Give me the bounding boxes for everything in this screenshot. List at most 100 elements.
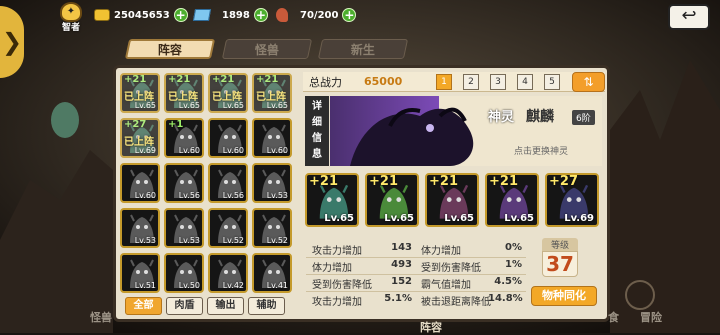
- star-badge: +21: [369, 174, 398, 189]
- stat-left-value: 152: [391, 276, 412, 287]
- level-label: Lv.65: [178, 101, 200, 110]
- spirit-name: 麒麟: [526, 109, 554, 125]
- detail-char-4: 息: [312, 149, 322, 160]
- stat-right-label: 被击退距离降低: [421, 297, 491, 308]
- monster-card[interactable]: Lv.42: [208, 253, 248, 293]
- monster-card[interactable]: Lv.53: [120, 208, 160, 248]
- level-label: Lv.53: [266, 191, 288, 200]
- sage-label: 智者: [61, 23, 80, 33]
- nav-monsters[interactable]: 怪兽: [90, 309, 112, 325]
- level-label: Lv.53: [178, 236, 200, 245]
- monster-card[interactable]: Lv.50: [164, 253, 204, 293]
- spirit-title: 神灵: [488, 110, 515, 125]
- spirit-banner[interactable]: 神灵 麒麟 6阶 点击更换神灵: [330, 96, 602, 166]
- monster-card[interactable]: Lv.41: [252, 253, 292, 293]
- tab-lineup[interactable]: 阵容: [124, 39, 216, 59]
- level-label: Lv.53: [134, 236, 156, 245]
- filter-tank[interactable]: 肉盾: [166, 297, 203, 315]
- monster-card[interactable]: Lv.60: [208, 118, 248, 158]
- monster-card[interactable]: +21 已上阵 Lv.65: [120, 73, 160, 113]
- stamina-counter: 70/200 +: [276, 6, 357, 24]
- power-value: 65000: [364, 75, 403, 88]
- tab-lineup-label: 阵容: [157, 42, 182, 57]
- monster-card[interactable]: +21 已上阵 Lv.65: [208, 73, 248, 113]
- stat-right-label: 霸气值增加: [421, 280, 471, 291]
- squad-slot[interactable]: +21 Lv.65: [425, 173, 479, 227]
- squad-slot[interactable]: +21 Lv.65: [485, 173, 539, 227]
- level-label: Lv.65: [134, 101, 156, 110]
- stat-right-label: 体力增加: [421, 246, 461, 257]
- monster-card[interactable]: Lv.56: [208, 163, 248, 203]
- lightbulb-icon: ✦: [60, 2, 82, 22]
- add-diamond-button[interactable]: +: [253, 8, 268, 22]
- filter-dps[interactable]: 输出: [207, 297, 244, 315]
- stat-left-value: 493: [391, 259, 412, 270]
- monster-card[interactable]: Lv.60: [252, 118, 292, 158]
- star-badge: +27: [549, 174, 578, 189]
- monster-card[interactable]: +1 Lv.60: [164, 118, 204, 158]
- page-button-1[interactable]: 1: [436, 74, 452, 90]
- back-button[interactable]: ↩: [668, 4, 710, 30]
- squad-slot[interactable]: +27 Lv.69: [545, 173, 599, 227]
- monster-card[interactable]: Lv.53: [252, 163, 292, 203]
- star-badge: +21: [168, 74, 191, 85]
- page-button-3[interactable]: 3: [490, 74, 506, 90]
- stat-right-value: 0%: [505, 242, 522, 253]
- monster-card[interactable]: Lv.53: [164, 208, 204, 248]
- diamond-icon: [192, 9, 212, 21]
- page-button-2[interactable]: 2: [463, 74, 479, 90]
- squad-slot[interactable]: +21 Lv.65: [305, 173, 359, 227]
- star-badge: +21: [309, 174, 338, 189]
- nav-food[interactable]: 食: [608, 309, 619, 325]
- squad-slot[interactable]: +21 Lv.65: [365, 173, 419, 227]
- filter-all[interactable]: 全部: [125, 297, 162, 315]
- stat-right-value: 14.8%: [488, 293, 523, 304]
- monster-card[interactable]: +21 已上阵 Lv.65: [252, 73, 292, 113]
- detail-info-button[interactable]: 详 细 信 息: [305, 96, 329, 166]
- page-button-5[interactable]: 5: [544, 74, 560, 90]
- add-gold-button[interactable]: +: [173, 8, 188, 22]
- swap-button[interactable]: ⇅: [572, 72, 605, 92]
- sage-button[interactable]: ✦ 智者: [56, 2, 86, 33]
- monster-card[interactable]: +21 已上阵 Lv.65: [164, 73, 204, 113]
- add-stamina-button[interactable]: +: [342, 8, 357, 22]
- level-label: Lv.41: [266, 281, 288, 290]
- star-badge: +21: [212, 74, 235, 85]
- level-label: Lv.65: [222, 101, 244, 110]
- level-label: Lv.42: [222, 281, 244, 290]
- level-label: Lv.52: [222, 236, 244, 245]
- species-sync-button[interactable]: 物种同化: [531, 286, 597, 306]
- gold-value: 25045653: [114, 9, 170, 21]
- monster-card[interactable]: Lv.52: [252, 208, 292, 248]
- level-label: Lv.52: [266, 236, 288, 245]
- grade-value: 37: [542, 251, 578, 277]
- tab-monsters[interactable]: 怪兽: [221, 39, 313, 59]
- stat-divider: [306, 257, 526, 258]
- page-button-4[interactable]: 4: [517, 74, 533, 90]
- monster-card[interactable]: Lv.56: [164, 163, 204, 203]
- monster-card[interactable]: Lv.60: [120, 163, 160, 203]
- level-label: Lv.65: [444, 213, 474, 224]
- tab-rebirth-label: 新生: [350, 42, 375, 57]
- monster-card[interactable]: Lv.51: [120, 253, 160, 293]
- level-label: Lv.51: [134, 281, 156, 290]
- nav-adventure[interactable]: 冒险: [640, 309, 662, 325]
- level-label: Lv.69: [134, 146, 156, 155]
- gold-counter: 25045653 +: [94, 6, 188, 24]
- back-icon: ↩: [681, 5, 697, 26]
- monster-card[interactable]: +27 已上阵 Lv.69: [120, 118, 160, 158]
- stat-left-label: 受到伤害降低: [312, 280, 372, 291]
- stat-left-value: 143: [391, 242, 412, 253]
- level-label: Lv.65: [266, 101, 288, 110]
- level-label: Lv.60: [222, 146, 244, 155]
- tab-monsters-label: 怪兽: [254, 42, 279, 57]
- filter-support[interactable]: 辅助: [248, 297, 285, 315]
- swap-icon: ⇅: [583, 75, 594, 89]
- tab-rebirth[interactable]: 新生: [317, 39, 409, 59]
- detail-char-3: 信: [312, 133, 322, 144]
- star-badge: +21: [256, 74, 279, 85]
- level-label: Lv.60: [134, 191, 156, 200]
- monster-card[interactable]: Lv.52: [208, 208, 248, 248]
- stat-right-value: 4.5%: [494, 276, 522, 287]
- level-label: Lv.69: [564, 213, 594, 224]
